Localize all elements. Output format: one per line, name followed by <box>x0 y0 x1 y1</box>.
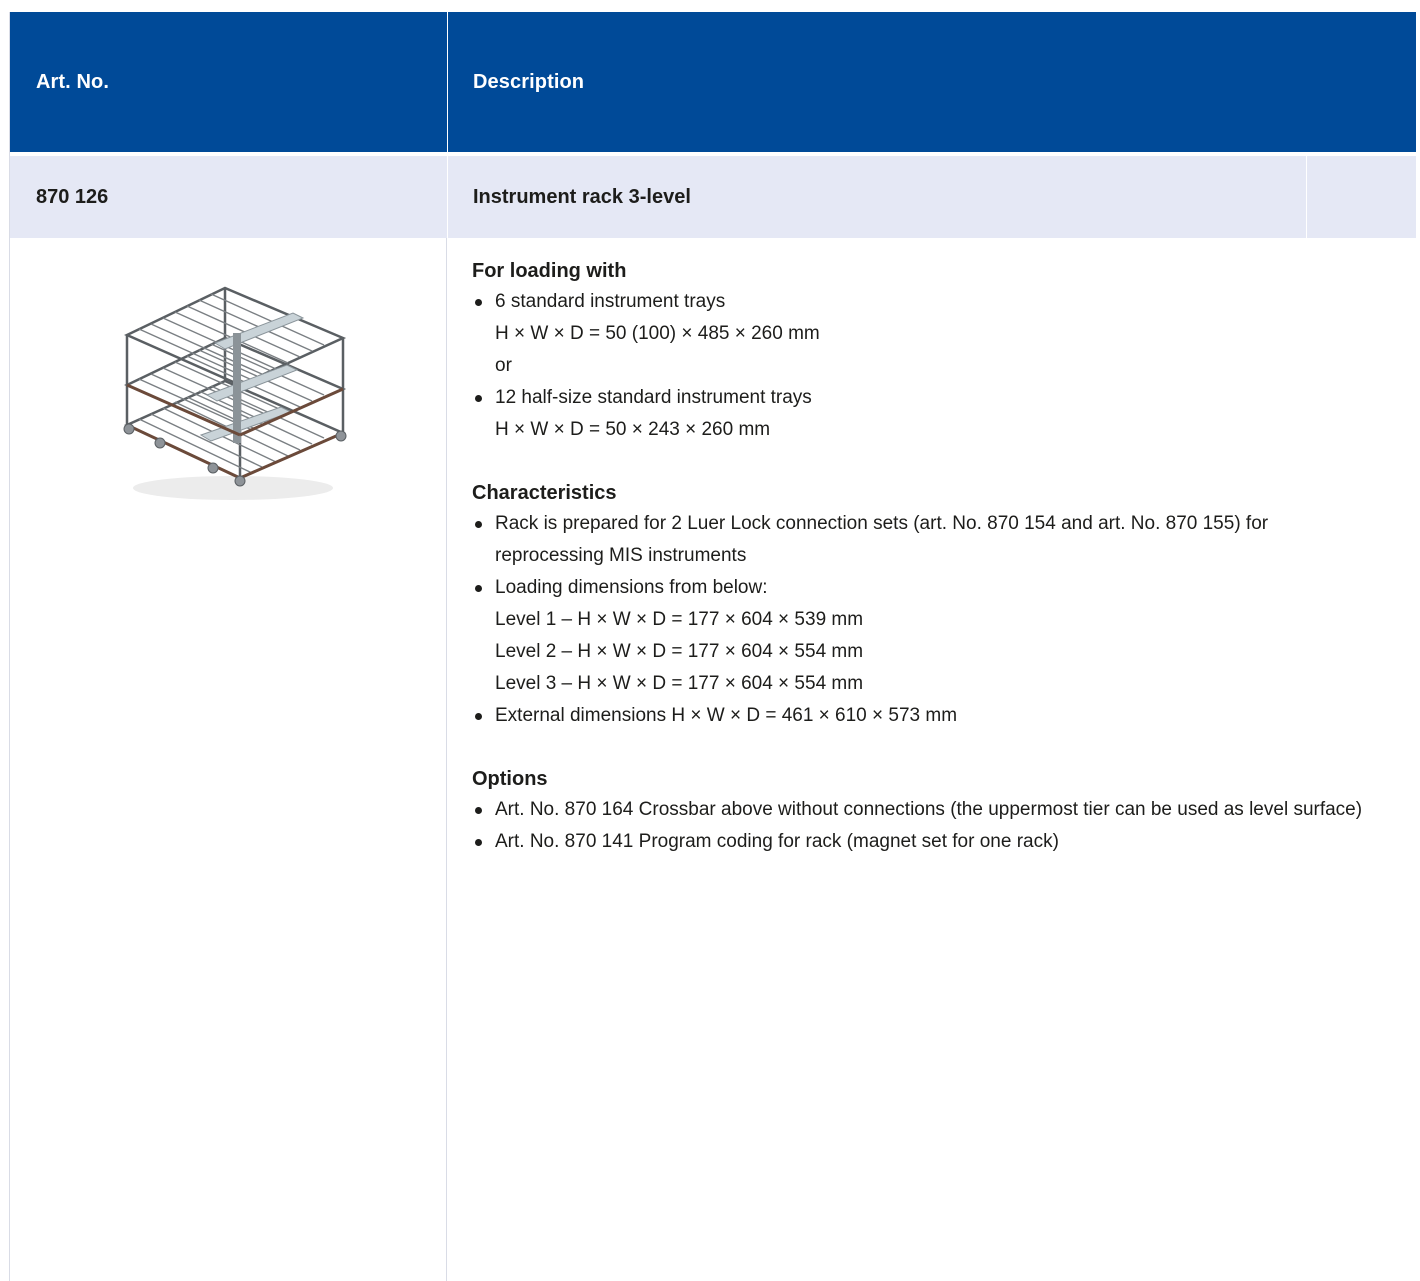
product-art-no: 870 126 <box>36 185 109 208</box>
loading-item-2: 12 half-size standard instrument trays <box>495 387 812 408</box>
option-item-1: Art. No. 870 164 Crossbar above without … <box>495 799 1363 820</box>
list-item: Rack is prepared for 2 Luer Lock connect… <box>472 508 1412 572</box>
list-item: External dimensions H × W × D = 461 × 61… <box>472 700 1412 732</box>
level-3-dims: Level 3 – H × W × D = 177 × 604 × 554 mm <box>495 673 864 694</box>
loading-list-2: 12 half-size standard instrument trays H… <box>472 382 1412 446</box>
options-title: Options <box>472 768 548 790</box>
header-description: Description <box>447 12 1416 152</box>
column-divider <box>446 238 447 1281</box>
options-section: Options Art. No. 870 164 Crossbar above … <box>472 764 1412 858</box>
product-extra-cell <box>1306 156 1417 238</box>
characteristics-item-1-line-1: Rack is prepared for 2 Luer Lock connect… <box>495 513 1269 534</box>
product-details-row: For loading with 6 standard instrument t… <box>10 238 1416 1281</box>
loading-item-1-dims: H × W × D = 50 (100) × 485 × 260 mm <box>495 323 820 344</box>
product-table: Art. No. Description 870 126 Instrument … <box>9 12 1416 1281</box>
characteristics-item-1-line-2: reprocessing MIS instruments <box>495 545 747 566</box>
list-item: 12 half-size standard instrument trays H… <box>472 382 1412 446</box>
loading-list: 6 standard instrument trays H × W × D = … <box>472 286 1412 350</box>
header-art-no: Art. No. <box>36 70 110 93</box>
product-row: 870 126 Instrument rack 3-level <box>10 156 1416 238</box>
options-list: Art. No. 870 164 Crossbar above without … <box>472 794 1412 858</box>
characteristics-item-2: Loading dimensions from below: <box>495 577 768 598</box>
loading-title: For loading with <box>472 260 627 282</box>
product-description: For loading with 6 standard instrument t… <box>472 256 1412 890</box>
characteristics-list: Rack is prepared for 2 Luer Lock connect… <box>472 508 1412 732</box>
characteristics-item-3: External dimensions H × W × D = 461 × 61… <box>495 705 958 726</box>
loading-item-2-dims: H × W × D = 50 × 243 × 260 mm <box>495 419 771 440</box>
characteristics-title: Characteristics <box>472 482 617 504</box>
list-item: 6 standard instrument trays H × W × D = … <box>472 286 1412 350</box>
loading-or: or <box>495 355 512 376</box>
list-item: Art. No. 870 141 Program coding for rack… <box>472 826 1412 858</box>
list-item: Loading dimensions from below: Level 1 –… <box>472 572 1412 700</box>
instrument-rack-3-level-image <box>115 283 355 508</box>
table-header-row: Art. No. Description <box>10 12 1416 152</box>
loading-section: For loading with 6 standard instrument t… <box>472 256 1412 446</box>
characteristics-section: Characteristics Rack is prepared for 2 L… <box>472 478 1412 732</box>
product-name: Instrument rack 3-level <box>447 156 1305 238</box>
option-item-2: Art. No. 870 141 Program coding for rack… <box>495 831 1059 852</box>
level-2-dims: Level 2 – H × W × D = 177 × 604 × 554 mm <box>495 641 864 662</box>
list-item: Art. No. 870 164 Crossbar above without … <box>472 794 1412 826</box>
loading-item-1: 6 standard instrument trays <box>495 291 726 312</box>
level-1-dims: Level 1 – H × W × D = 177 × 604 × 539 mm <box>495 609 864 630</box>
